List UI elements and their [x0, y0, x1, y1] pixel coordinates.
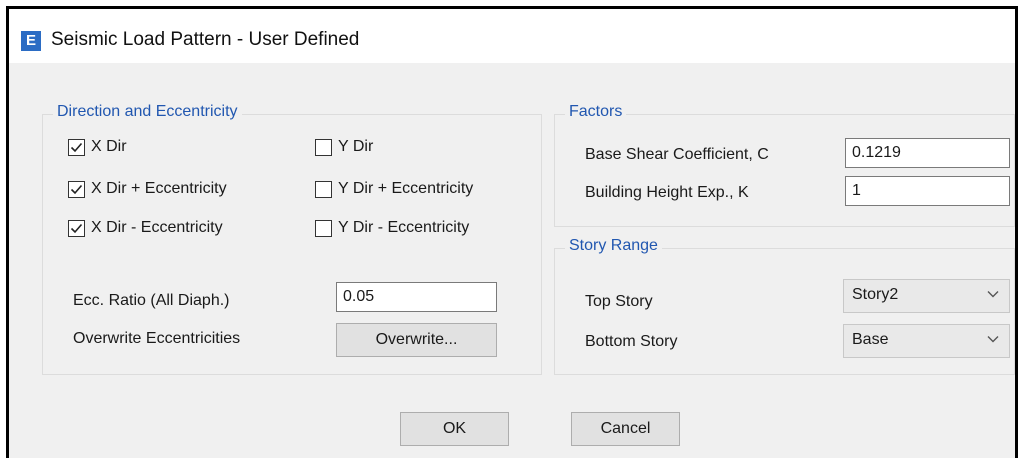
y-dir-plus-ecc-checkbox[interactable]: [315, 181, 332, 198]
y-dir-minus-ecc-checkbox[interactable]: [315, 220, 332, 237]
checkmark-icon: [70, 223, 83, 234]
x-dir-label: X Dir: [91, 138, 127, 155]
height-exp-input[interactable]: 1: [845, 176, 1010, 206]
chevron-down-icon: [987, 291, 999, 298]
title-bar: E Seismic Load Pattern - User Defined: [9, 9, 1015, 63]
dialog-window: E Seismic Load Pattern - User Defined Di…: [6, 6, 1018, 458]
story-range-legend: Story Range: [565, 237, 662, 255]
bottom-story-value: Base: [852, 331, 889, 348]
y-dir-plus-ecc-label: Y Dir + Eccentricity: [338, 180, 474, 197]
bottom-story-dropdown[interactable]: Base: [843, 324, 1010, 358]
chevron-down-icon: [987, 336, 999, 343]
y-dir-label: Y Dir: [338, 138, 374, 155]
x-dir-minus-ecc-checkbox[interactable]: [68, 220, 85, 237]
overwrite-button[interactable]: Overwrite...: [336, 323, 497, 357]
story-range-group: Story Range Top Story Story2 Bottom Stor…: [554, 237, 1015, 375]
direction-eccentricity-group: Direction and Eccentricity X Dir X Dir +…: [42, 103, 542, 375]
checkmark-icon: [70, 142, 83, 153]
factors-group: Factors Base Shear Coefficient, C 0.1219…: [554, 103, 1015, 227]
window-title: Seismic Load Pattern - User Defined: [51, 29, 360, 50]
y-dir-minus-ecc-label: Y Dir - Eccentricity: [338, 219, 470, 236]
base-shear-input[interactable]: 0.1219: [845, 138, 1010, 168]
ecc-ratio-input[interactable]: 0.05: [336, 282, 497, 312]
cancel-button[interactable]: Cancel: [571, 412, 680, 446]
y-dir-checkbox[interactable]: [315, 139, 332, 156]
top-story-dropdown[interactable]: Story2: [843, 279, 1010, 313]
base-shear-label: Base Shear Coefficient, C: [585, 146, 769, 163]
x-dir-plus-ecc-checkbox[interactable]: [68, 181, 85, 198]
x-dir-checkbox[interactable]: [68, 139, 85, 156]
x-dir-minus-ecc-label: X Dir - Eccentricity: [91, 219, 223, 236]
dialog-body: Direction and Eccentricity X Dir X Dir +…: [9, 63, 1015, 458]
height-exp-label: Building Height Exp., K: [585, 184, 749, 201]
x-dir-plus-ecc-label: X Dir + Eccentricity: [91, 180, 227, 197]
factors-legend: Factors: [565, 103, 627, 121]
top-story-value: Story2: [852, 286, 899, 303]
ecc-ratio-label: Ecc. Ratio (All Diaph.): [73, 292, 230, 309]
top-story-label: Top Story: [585, 293, 653, 310]
overwrite-eccentricities-label: Overwrite Eccentricities: [73, 330, 241, 347]
direction-eccentricity-legend: Direction and Eccentricity: [53, 103, 242, 121]
checkmark-icon: [70, 184, 83, 195]
etabs-app-icon: E: [21, 31, 41, 51]
bottom-story-label: Bottom Story: [585, 333, 678, 350]
ok-button[interactable]: OK: [400, 412, 509, 446]
